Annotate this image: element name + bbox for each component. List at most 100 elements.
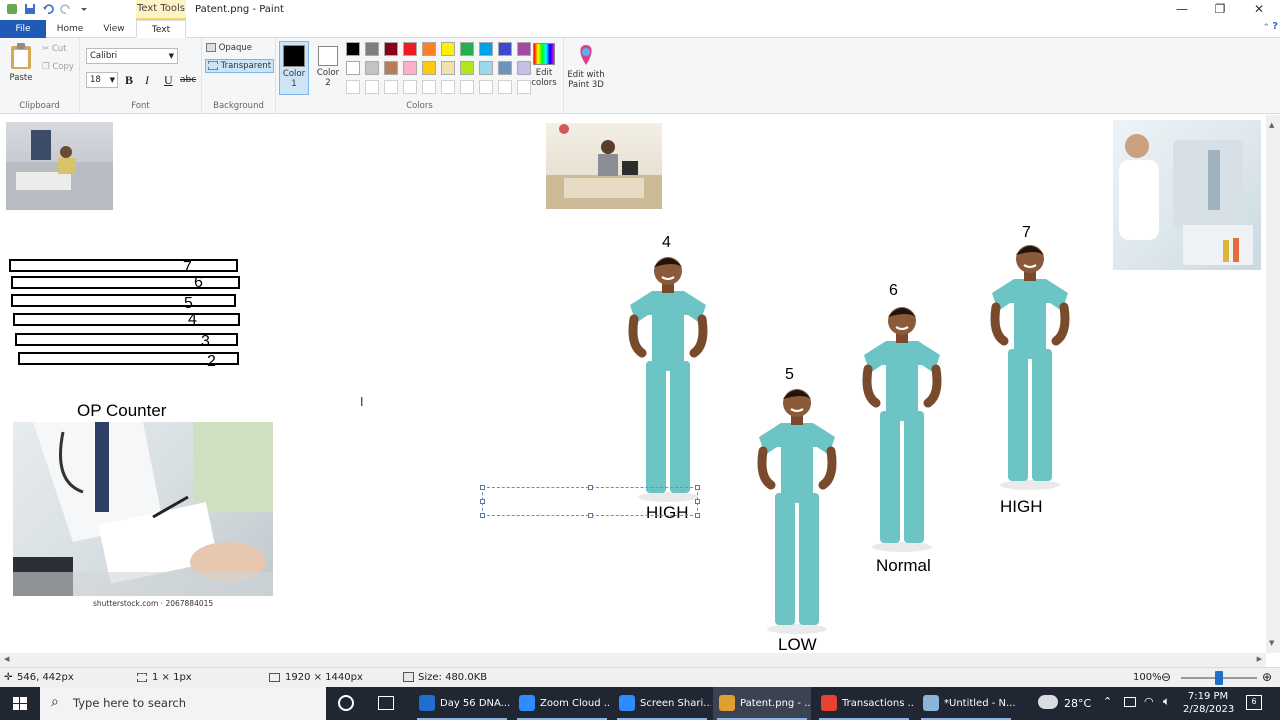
- color1-button[interactable]: Color 1: [279, 41, 309, 95]
- custom-color-slot[interactable]: [384, 80, 398, 94]
- start-button[interactable]: [0, 687, 40, 720]
- palette-swatch[interactable]: [346, 61, 360, 75]
- palette-swatch[interactable]: [403, 42, 417, 56]
- counter-number: 7: [183, 259, 192, 276]
- italic-button[interactable]: I: [145, 73, 149, 88]
- palette-swatch[interactable]: [365, 61, 379, 75]
- palette-swatch[interactable]: [479, 61, 493, 75]
- palette-swatch[interactable]: [498, 61, 512, 75]
- vertical-scrollbar[interactable]: ▲ ▼: [1266, 115, 1280, 653]
- save-icon[interactable]: [24, 3, 36, 15]
- close-button[interactable]: ✕: [1240, 0, 1278, 20]
- edit-colors-button[interactable]: Edit colors: [528, 43, 560, 88]
- taskbar-app-button[interactable]: Day 56 DNA...: [413, 687, 511, 720]
- cortana-icon[interactable]: [338, 695, 354, 711]
- resize-handle[interactable]: [480, 485, 485, 490]
- scroll-left-icon[interactable]: ◀: [4, 655, 9, 663]
- text-box-selection[interactable]: [480, 485, 700, 518]
- palette-swatch[interactable]: [346, 42, 360, 56]
- transparent-option[interactable]: Transparent: [205, 59, 275, 73]
- horizontal-scrollbar[interactable]: ◀ ▶: [0, 653, 1266, 667]
- palette-swatch[interactable]: [498, 42, 512, 56]
- clock[interactable]: 7:19 PM 2/28/2023: [1183, 690, 1234, 716]
- resize-handle[interactable]: [588, 513, 593, 518]
- drawing-canvas[interactable]: 7 6 5 4 3 2 OP Counter shutterstock.com …: [0, 115, 1266, 654]
- taskbar-app-label: *Untitled - N...: [944, 698, 1015, 709]
- resize-handle[interactable]: [588, 485, 593, 490]
- palette-swatch[interactable]: [460, 42, 474, 56]
- font-family-select[interactable]: Calibri ▼: [86, 48, 178, 64]
- redo-icon[interactable]: [60, 3, 72, 15]
- custom-color-slot[interactable]: [498, 80, 512, 94]
- taskbar-search-box[interactable]: ⌕ Type here to search: [40, 687, 326, 720]
- zoom-slider[interactable]: [1181, 671, 1257, 685]
- notifications-icon[interactable]: 6: [1246, 695, 1262, 710]
- counter-bar: [18, 352, 239, 365]
- undo-icon[interactable]: [42, 3, 54, 15]
- custom-color-slot[interactable]: [346, 80, 360, 94]
- color1-label-line1: Color: [282, 69, 306, 79]
- zoom-slider-thumb[interactable]: [1215, 671, 1223, 685]
- underline-button[interactable]: U: [164, 73, 173, 88]
- tab-view[interactable]: View: [96, 20, 132, 38]
- edit-with-paint3d-button[interactable]: Edit with Paint 3D: [566, 43, 606, 90]
- palette-swatch[interactable]: [422, 42, 436, 56]
- taskbar-app-button[interactable]: Screen Shari...: [613, 687, 711, 720]
- custom-color-slot[interactable]: [479, 80, 493, 94]
- title-bar: Text Tools Patent.png - Paint — ❐ ✕: [0, 0, 1280, 20]
- palette-swatch[interactable]: [441, 42, 455, 56]
- scroll-down-icon[interactable]: ▼: [1269, 639, 1274, 647]
- strikethrough-button[interactable]: abc: [180, 75, 196, 85]
- resize-handle[interactable]: [695, 513, 700, 518]
- scroll-up-icon[interactable]: ▲: [1269, 121, 1274, 129]
- zoom-in-button[interactable]: ⊕: [1262, 670, 1272, 684]
- taskbar-app-label: Patent.png - ...: [740, 698, 811, 709]
- task-view-icon[interactable]: [378, 696, 394, 710]
- color2-button[interactable]: Color 2: [313, 41, 343, 95]
- office-photo-center: [546, 123, 662, 209]
- resize-handle[interactable]: [695, 499, 700, 504]
- palette-swatch[interactable]: [441, 61, 455, 75]
- custom-color-slot[interactable]: [403, 80, 417, 94]
- copy-button[interactable]: ❐ Copy: [42, 62, 74, 72]
- bold-button[interactable]: B: [125, 73, 133, 88]
- scroll-right-icon[interactable]: ▶: [1257, 655, 1262, 663]
- customize-toolbar-icon[interactable]: [78, 3, 90, 15]
- app-icon: [519, 695, 535, 711]
- resize-handle[interactable]: [480, 513, 485, 518]
- volume-icon[interactable]: 🔈︎: [1163, 694, 1170, 709]
- tab-home[interactable]: Home: [52, 20, 88, 38]
- palette-swatch[interactable]: [384, 61, 398, 75]
- palette-swatch[interactable]: [422, 61, 436, 75]
- zoom-out-button[interactable]: ⊖: [1161, 670, 1171, 684]
- palette-swatch[interactable]: [365, 42, 379, 56]
- taskbar-app-button[interactable]: *Untitled - N...: [917, 687, 1015, 720]
- tab-text[interactable]: Text: [136, 20, 186, 38]
- palette-swatch[interactable]: [479, 42, 493, 56]
- custom-color-slot[interactable]: [460, 80, 474, 94]
- palette-swatch[interactable]: [403, 61, 417, 75]
- custom-color-slot[interactable]: [365, 80, 379, 94]
- cut-button[interactable]: ✂ Cut: [42, 44, 66, 54]
- taskbar-app-button[interactable]: Transactions ...: [815, 687, 913, 720]
- taskbar-app-button[interactable]: Zoom Cloud ...: [513, 687, 611, 720]
- resize-handle[interactable]: [695, 485, 700, 490]
- maximize-button[interactable]: ❐: [1201, 0, 1239, 20]
- font-size-select[interactable]: 18 ▼: [86, 72, 118, 88]
- custom-color-slot[interactable]: [422, 80, 436, 94]
- show-hidden-icons-chevron-icon[interactable]: ⌃: [1103, 695, 1112, 708]
- help-icon[interactable]: ?: [1272, 21, 1278, 32]
- cut-label: Cut: [51, 44, 67, 54]
- wifi-icon[interactable]: ◠: [1144, 695, 1154, 708]
- taskbar-app-button[interactable]: Patent.png - ...: [713, 687, 811, 720]
- opaque-option[interactable]: Opaque: [206, 43, 252, 53]
- ribbon-collapse-icon[interactable]: ⌃: [1262, 23, 1270, 33]
- custom-color-slot[interactable]: [441, 80, 455, 94]
- paste-button[interactable]: Paste: [8, 42, 34, 83]
- palette-swatch[interactable]: [384, 42, 398, 56]
- palette-swatch[interactable]: [460, 61, 474, 75]
- tab-file[interactable]: File: [0, 20, 46, 38]
- minimize-button[interactable]: —: [1163, 0, 1201, 20]
- battery-icon[interactable]: [1124, 697, 1136, 707]
- resize-handle[interactable]: [480, 499, 485, 504]
